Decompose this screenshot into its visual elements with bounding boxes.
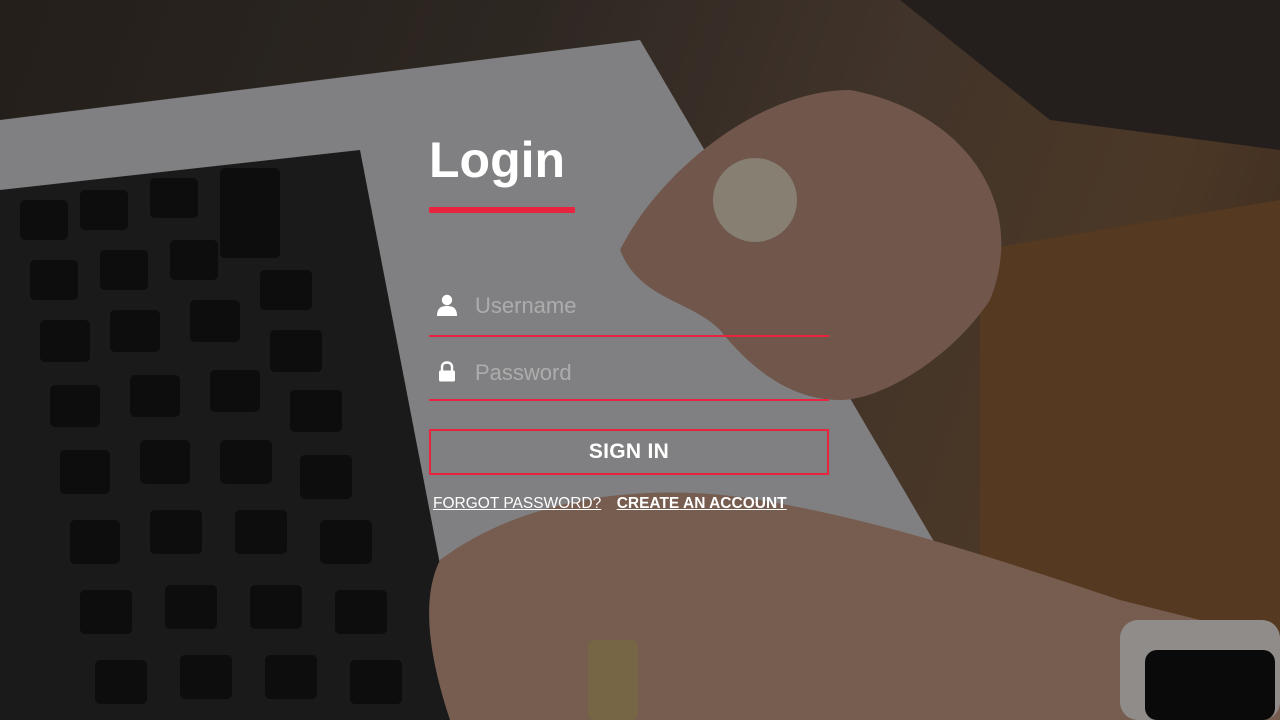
password-field[interactable] (429, 337, 829, 401)
username-input[interactable] (475, 291, 815, 321)
login-form: Login SIGN IN FORGOT PASSWORD? CREATE AN… (429, 130, 829, 513)
create-account-link[interactable]: CREATE AN ACCOUNT (617, 495, 787, 512)
page-title: Login (429, 132, 566, 188)
title-underline (429, 207, 575, 213)
password-input[interactable] (475, 358, 815, 388)
user-icon (437, 294, 457, 316)
forgot-password-link[interactable]: FORGOT PASSWORD? (433, 495, 601, 512)
auth-links: FORGOT PASSWORD? CREATE AN ACCOUNT (429, 495, 829, 513)
username-field[interactable] (429, 283, 829, 337)
sign-in-button[interactable]: SIGN IN (429, 429, 829, 475)
lock-icon (439, 361, 455, 382)
